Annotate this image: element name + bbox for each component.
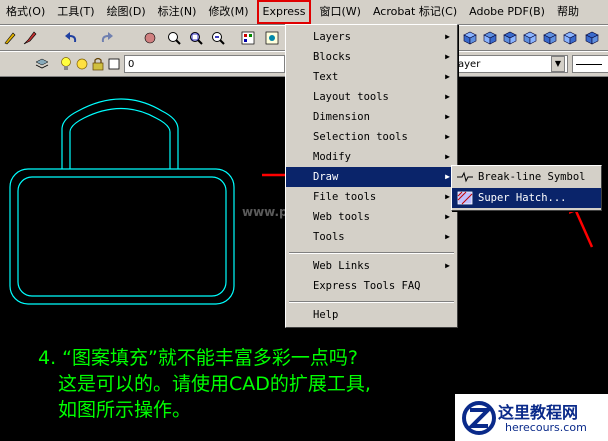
redo-icon[interactable] (98, 30, 114, 46)
menu-item-dimension[interactable]: Dimension ▶ (286, 107, 457, 127)
line-sample (576, 63, 602, 65)
menu-item-express-tools-faq[interactable]: Express Tools FAQ (286, 276, 457, 296)
menu-item-break-line-symbol[interactable]: Break-line Symbol (452, 167, 601, 187)
menu-item-label: Blocks (313, 51, 351, 63)
zoom-realtime-icon[interactable] (166, 30, 182, 46)
menu-item-label: Modify (313, 151, 351, 163)
properties-icon[interactable] (240, 30, 256, 46)
menu-express[interactable]: Express (256, 0, 312, 24)
view-iso-icon[interactable] (584, 30, 600, 46)
submenu-arrow-icon: ▶ (445, 261, 450, 270)
submenu-arrow-icon: ▶ (445, 132, 450, 141)
menu-window[interactable]: 窗口(W) (313, 1, 366, 23)
menu-item-label: Tools (313, 231, 345, 243)
layer-manager-icon[interactable] (34, 56, 50, 72)
linetype-value: ayer (458, 59, 481, 70)
lightbulb-icon[interactable] (58, 56, 74, 72)
submenu-arrow-icon: ▶ (445, 212, 450, 221)
layer-dropdown[interactable]: 0 (124, 55, 285, 73)
caption-line-3: 如图所示操作。 (58, 399, 192, 421)
menu-item-label: Layers (313, 31, 351, 43)
bag-drawing (9, 98, 235, 305)
undo-icon[interactable] (64, 30, 80, 46)
submenu-arrow-icon: ▶ (445, 52, 450, 61)
submenu-arrow-icon: ▶ (445, 72, 450, 81)
design-center-icon[interactable] (264, 30, 280, 46)
super-hatch-icon (457, 191, 473, 205)
menu-item-label: Express Tools FAQ (313, 280, 421, 292)
menu-separator (289, 301, 454, 303)
pencil-icon[interactable] (2, 30, 18, 46)
submenu-arrow-icon: ▶ (445, 112, 450, 121)
menu-item-super-hatch[interactable]: Super Hatch... (452, 188, 601, 208)
lineweight-dropdown[interactable] (572, 55, 608, 73)
menu-tools[interactable]: 工具(T) (51, 1, 100, 23)
layer-value: 0 (128, 59, 135, 70)
menu-draw[interactable]: 绘图(D) (101, 1, 152, 23)
submenu-arrow-icon: ▶ (445, 152, 450, 161)
zoom-previous-icon[interactable] (210, 30, 226, 46)
view-front-icon[interactable] (482, 30, 498, 46)
caption-line-2: 这是可以的。请使用CAD的扩展工具, (58, 373, 371, 395)
caption-line-1: 4. “图案填充”就不能丰富多彩一点吗? (38, 347, 358, 369)
menu-item-layout-tools[interactable]: Layout tools ▶ (286, 87, 457, 107)
submenu-arrow-icon: ▶ (445, 172, 450, 181)
menu-item-layers[interactable]: Layers ▶ (286, 27, 457, 47)
menu-adobe-pdf[interactable]: Adobe PDF(B) (463, 1, 551, 23)
submenu-arrow-icon: ▶ (445, 32, 450, 41)
menu-item-web-tools[interactable]: Web tools ▶ (286, 207, 457, 227)
menu-item-selection-tools[interactable]: Selection tools ▶ (286, 127, 457, 147)
menu-acrobat[interactable]: Acrobat 标记(C) (367, 1, 463, 23)
chevron-down-icon[interactable]: ▼ (551, 56, 565, 72)
menu-item-label: Web Links (313, 260, 370, 272)
logo-emblem-icon (462, 401, 496, 435)
view-top-icon[interactable] (462, 30, 478, 46)
menu-item-label: Break-line Symbol (478, 171, 586, 183)
brush-icon[interactable] (22, 30, 38, 46)
lock-icon[interactable] (90, 56, 106, 72)
pan-icon[interactable] (142, 30, 158, 46)
menu-item-tools[interactable]: Tools ▶ (286, 227, 457, 247)
color-square-icon[interactable] (106, 56, 122, 72)
menu-item-web-links[interactable]: Web Links ▶ (286, 256, 457, 276)
menu-item-draw[interactable]: Draw ▶ (286, 167, 457, 187)
menu-item-label: Selection tools (313, 131, 408, 143)
menu-format[interactable]: 格式(O) (0, 1, 51, 23)
view-right-icon[interactable] (522, 30, 538, 46)
logo-text: 这里教程网 (498, 403, 579, 422)
draw-submenu: Break-line Symbol Super Hatch... (451, 165, 602, 211)
menu-item-label: Layout tools (313, 91, 389, 103)
menu-bar: 格式(O) 工具(T) 绘图(D) 标注(N) 修改(M) Express 窗口… (0, 0, 608, 25)
menu-dimension[interactable]: 标注(N) (152, 1, 203, 23)
menu-item-text[interactable]: Text ▶ (286, 67, 457, 87)
menu-item-label: File tools (313, 191, 377, 203)
logo-url: herecours.com (505, 421, 587, 434)
menu-modify[interactable]: 修改(M) (202, 1, 254, 23)
menu-item-label: Dimension (313, 111, 370, 123)
express-dropdown-menu: Layers ▶ Blocks ▶ Text ▶ Layout tools ▶ Dime… (285, 24, 458, 328)
menu-item-blocks[interactable]: Blocks ▶ (286, 47, 457, 67)
zoom-window-icon[interactable] (188, 30, 204, 46)
menu-item-label: Super Hatch... (478, 192, 567, 204)
sun-icon[interactable] (74, 56, 90, 72)
submenu-arrow-icon: ▶ (445, 92, 450, 101)
submenu-arrow-icon: ▶ (445, 232, 450, 241)
view-left-icon[interactable] (502, 30, 518, 46)
view-back-icon[interactable] (562, 30, 578, 46)
menu-separator (289, 252, 454, 254)
menu-item-help[interactable]: Help (286, 305, 457, 325)
menu-item-modify[interactable]: Modify ▶ (286, 147, 457, 167)
menu-item-label: Text (313, 71, 339, 83)
menu-item-file-tools[interactable]: File tools ▶ (286, 187, 457, 207)
menu-help[interactable]: 帮助 (551, 1, 585, 23)
menu-item-label: Web tools (313, 211, 370, 223)
menu-item-label: Help (313, 309, 339, 321)
break-line-icon (457, 171, 473, 183)
menu-item-label: Draw (313, 171, 339, 183)
view-bottom-icon[interactable] (542, 30, 558, 46)
submenu-arrow-icon: ▶ (445, 192, 450, 201)
